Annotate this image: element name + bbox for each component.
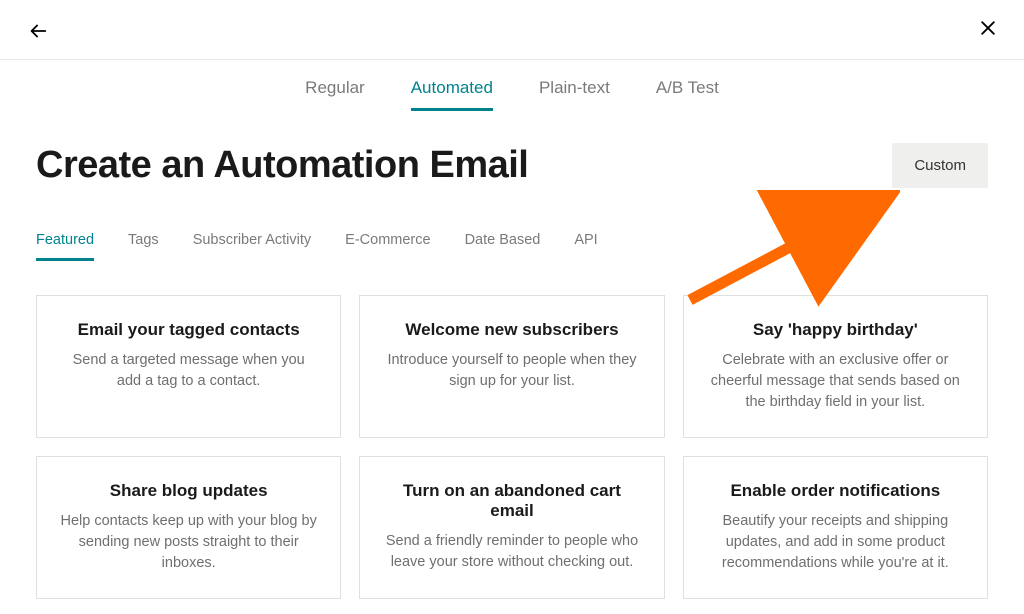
card-grid: Email your tagged contacts Send a target… [36,295,988,599]
card-email-tagged[interactable]: Email your tagged contacts Send a target… [36,295,341,438]
tab-abtest[interactable]: A/B Test [656,78,719,111]
card-birthday[interactable]: Say 'happy birthday' Celebrate with an e… [683,295,988,438]
tab-automated[interactable]: Automated [411,78,493,111]
card-title: Say 'happy birthday' [706,320,965,340]
card-title: Share blog updates [59,481,318,501]
tab-regular[interactable]: Regular [305,78,365,111]
card-title: Email your tagged contacts [59,320,318,340]
card-desc: Celebrate with an exclusive offer or che… [706,350,965,413]
card-desc: Introduce yourself to people when they s… [382,350,641,392]
card-desc: Beautify your receipts and shipping upda… [706,511,965,574]
subtab-tags[interactable]: Tags [128,232,159,261]
card-desc: Send a targeted message when you add a t… [59,350,318,392]
subtab-datebased[interactable]: Date Based [465,232,541,261]
top-bar [0,0,1024,60]
custom-button[interactable]: Custom [892,143,988,188]
close-button[interactable] [974,14,1002,42]
card-order-notifications[interactable]: Enable order notifications Beautify your… [683,456,988,599]
header-row: Create an Automation Email Custom [36,143,988,188]
subtab-featured[interactable]: Featured [36,232,94,261]
card-title: Welcome new subscribers [382,320,641,340]
card-title: Enable order notifications [706,481,965,501]
subtab-ecommerce[interactable]: E-Commerce [345,232,430,261]
subtab-api[interactable]: API [574,232,597,261]
card-blog[interactable]: Share blog updates Help contacts keep up… [36,456,341,599]
tab-plaintext[interactable]: Plain-text [539,78,610,111]
back-button[interactable] [25,18,51,44]
card-welcome[interactable]: Welcome new subscribers Introduce yourse… [359,295,664,438]
close-icon [978,18,998,38]
subtab-activity[interactable]: Subscriber Activity [193,232,311,261]
card-desc: Send a friendly reminder to people who l… [382,531,641,573]
secondary-tabs: Featured Tags Subscriber Activity E-Comm… [36,232,988,261]
card-abandoned-cart[interactable]: Turn on an abandoned cart email Send a f… [359,456,664,599]
content-area: Create an Automation Email Custom Featur… [0,143,1024,599]
arrow-left-icon [27,20,49,42]
card-title: Turn on an abandoned cart email [382,481,641,521]
page-title: Create an Automation Email [36,144,528,187]
primary-tabs: Regular Automated Plain-text A/B Test [0,60,1024,111]
card-desc: Help contacts keep up with your blog by … [59,511,318,574]
